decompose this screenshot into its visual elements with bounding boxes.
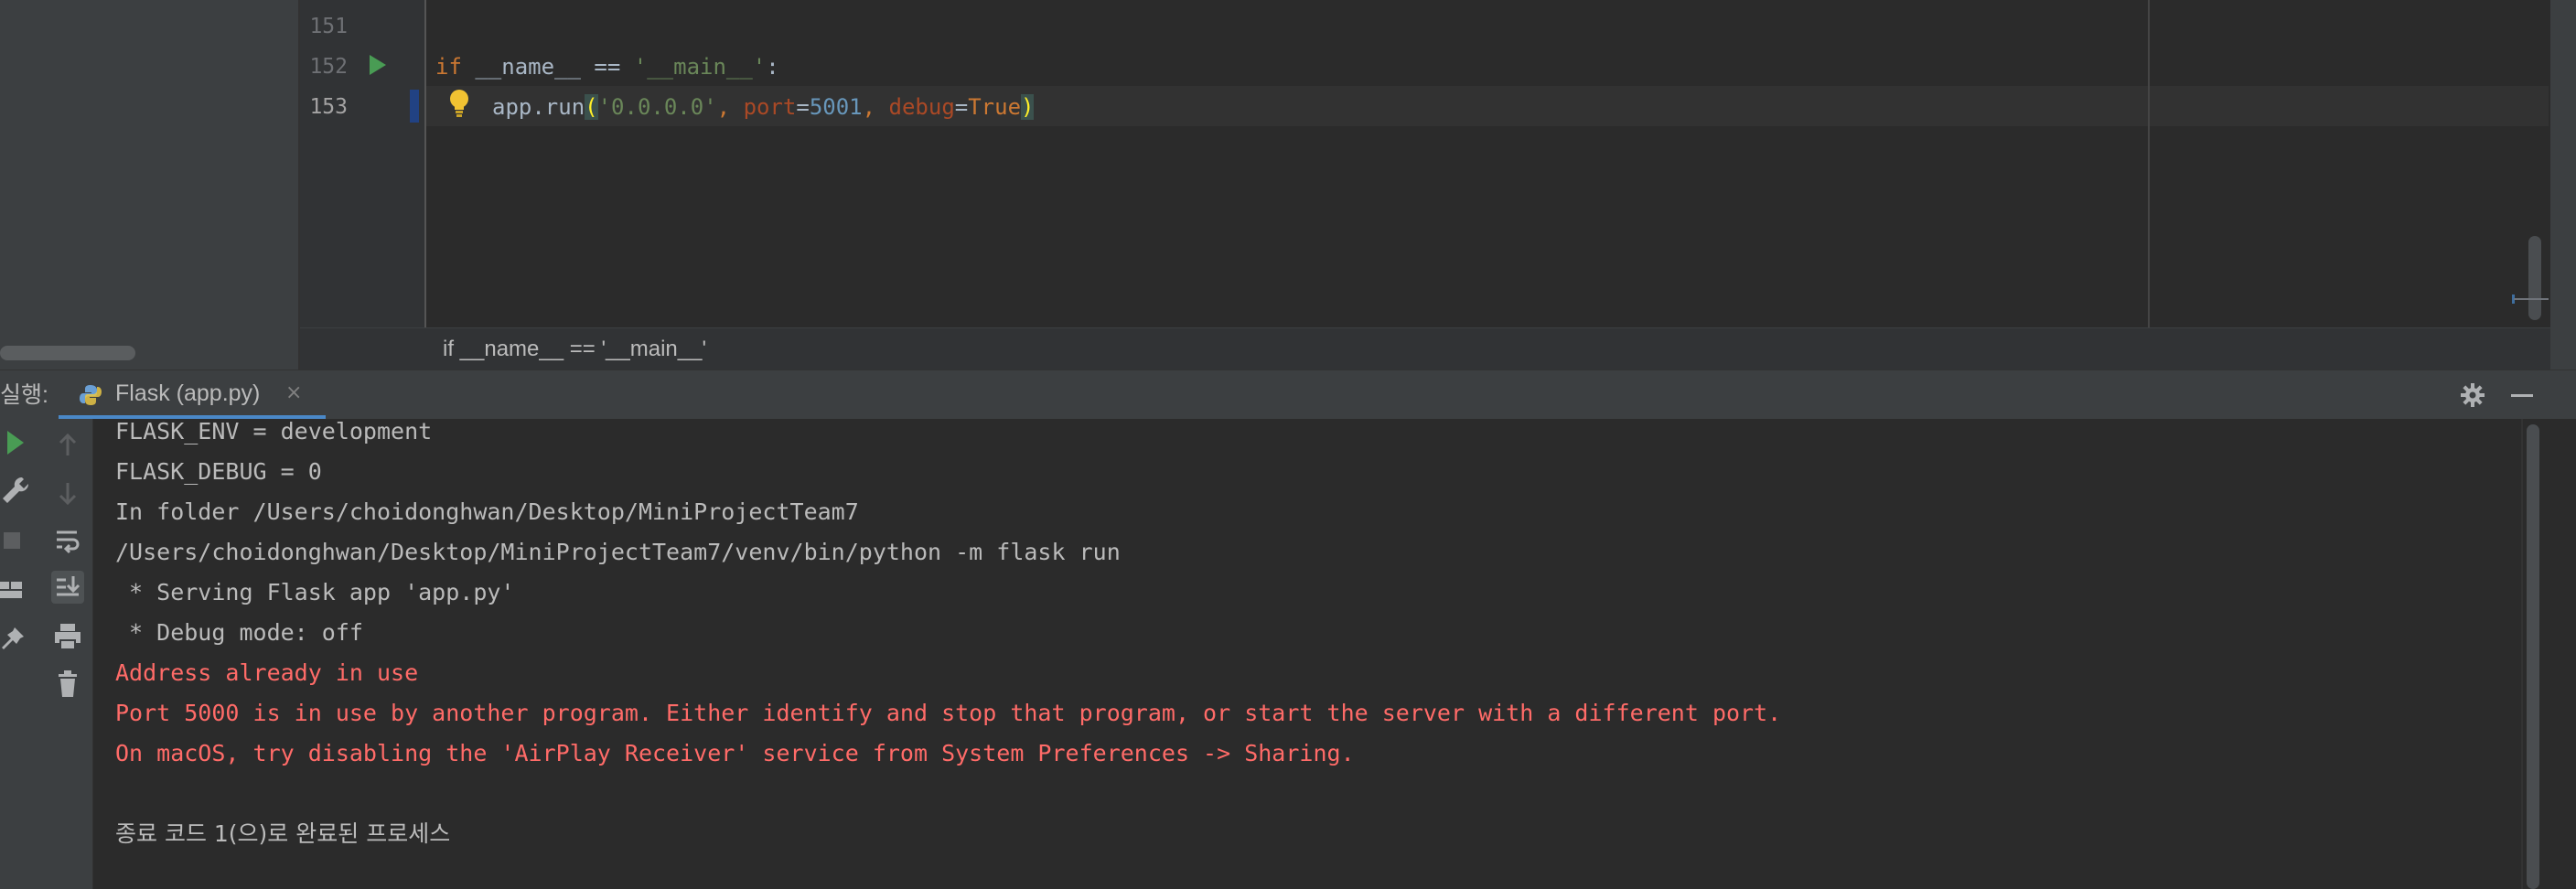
console-line: * Debug mode: off [115,619,363,646]
keyword-true: True [968,94,1022,120]
play-icon[interactable] [370,55,386,75]
console-line: FLASK_DEBUG = 0 [115,458,322,485]
param-debug: debug [888,94,955,120]
stop-icon[interactable] [0,525,33,558]
identifier-name: __name__ [461,54,595,80]
line-number: 151 [309,15,348,38]
run-toolbar-primary [0,419,42,889]
python-icon [80,385,102,405]
error-stripe-marker[interactable] [2514,298,2549,300]
param-port: port [743,94,797,120]
code-line-153[interactable]: app.run('0.0.0.0', port=5001, debug=True… [492,87,1035,127]
operator-assign: = [954,94,969,120]
tab-label: Flask (app.py) [115,380,261,406]
console-error-line: Address already in use [115,659,419,686]
code-line-152[interactable]: if __name__ == '__main__': [435,47,779,87]
gear-icon[interactable] [2459,381,2486,409]
minimize-icon[interactable] [2508,381,2536,409]
console-vertical-scrollbar[interactable] [2527,424,2539,889]
console-line: In folder /Users/choidonghwan/Desktop/Mi… [115,498,859,525]
code-editor[interactable]: 151 152 153 if __name__ == '__main__': a… [300,0,2550,327]
comma: , [862,94,889,120]
keyword-if: if [435,54,462,80]
scroll-to-end-icon[interactable] [51,571,84,604]
breadcrumb: if __name__ == '__main__' [300,327,2550,370]
console-line: /Users/choidonghwan/Desktop/MiniProjectT… [115,539,1121,565]
call-app-run: app.run [492,94,585,120]
trash-icon[interactable] [51,668,84,701]
line-number: 152 [309,55,348,79]
rerun-icon[interactable] [2,426,35,459]
arrow-down-icon[interactable] [51,477,84,510]
line-number-current: 153 [309,95,348,119]
string-ip: '0.0.0.0' [597,94,717,120]
number-port: 5001 [809,94,863,120]
pin-icon[interactable] [0,624,33,657]
paren-open: ( [585,94,598,120]
right-tool-strip [2550,0,2576,370]
breadcrumb-item[interactable]: if __name__ == '__main__' [443,328,706,370]
run-panel-title: 실행: [0,382,48,408]
project-panel [0,0,298,370]
console-output[interactable]: FLASK_ENV = development FLASK_DEBUG = 0 … [93,418,2521,889]
arrow-up-icon[interactable] [51,430,84,463]
close-icon[interactable]: × [285,370,302,416]
operator-eq: == [594,54,621,80]
editor-vertical-scrollbar[interactable] [2528,236,2541,320]
console-edge [2521,419,2523,889]
caret-row-marker [410,90,419,123]
wrench-icon[interactable] [0,474,33,507]
console-exit-line: 종료 코드 1(으)로 완료된 프로세스 [115,820,451,847]
console-line: * Serving Flask app 'app.py' [115,579,515,605]
comma: , [716,94,744,120]
project-horizontal-scrollbar[interactable] [0,346,135,360]
lightbulb-icon[interactable] [448,88,470,119]
run-toolbar-secondary [42,419,93,889]
console-line: FLASK_ENV = development [115,418,433,444]
right-margin-guide [2148,0,2150,327]
gutter-separator [424,0,426,327]
soft-wrap-icon[interactable] [51,523,84,556]
ide-window: 151 152 153 if __name__ == '__main__': a… [0,0,2576,889]
layout-icon[interactable] [0,574,33,607]
console-error-line: Port 5000 is in use by another program. … [115,700,1782,726]
string-main: '__main__' [633,54,767,80]
paren-close: ) [1021,94,1035,120]
print-icon[interactable] [51,620,84,653]
colon: : [766,54,779,80]
console-error-line: On macOS, try disabling the 'AirPlay Rec… [115,740,1355,766]
operator-assign: = [796,94,810,120]
